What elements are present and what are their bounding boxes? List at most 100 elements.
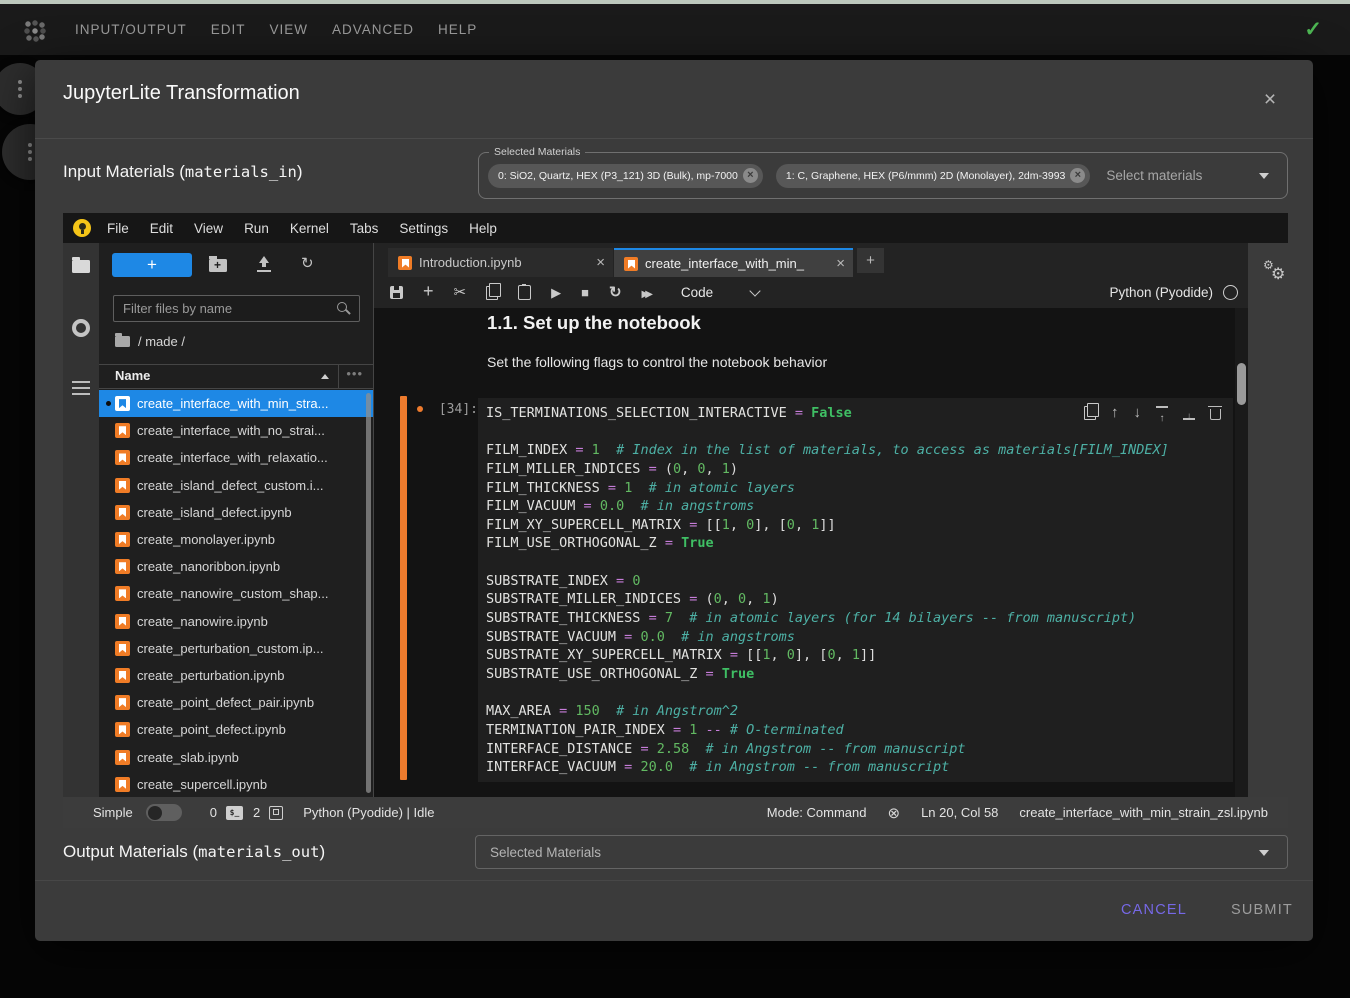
tab-close-icon[interactable]: ×: [596, 255, 605, 270]
terminal-icon[interactable]: [226, 806, 243, 820]
file-item[interactable]: create_island_defect_custom.i...: [99, 472, 373, 499]
file-item[interactable]: create_island_defect.ipynb: [99, 499, 373, 526]
new-launcher-button[interactable]: [112, 253, 192, 277]
material-chip[interactable]: 0: SiO2, Quartz, HEX (P3_121) 3D (Bulk),…: [488, 164, 763, 188]
insert-cell-above-icon[interactable]: [1156, 406, 1168, 420]
home-folder-icon[interactable]: [115, 336, 130, 347]
material-chip[interactable]: 1: C, Graphene, HEX (P6/mmm) 2D (Monolay…: [776, 164, 1091, 188]
kernel-status-icon[interactable]: [1223, 285, 1238, 300]
breadcrumb-path[interactable]: / made /: [138, 334, 185, 349]
file-name: create_nanowire.ipynb: [137, 614, 268, 629]
app-menu-view[interactable]: VIEW: [270, 22, 309, 37]
app-logo-icon[interactable]: [24, 20, 46, 42]
insert-cell-below-icon[interactable]: [1183, 406, 1195, 420]
breadcrumb[interactable]: / made /: [115, 334, 185, 349]
chip-delete-icon[interactable]: ×: [1070, 168, 1085, 183]
file-item[interactable]: create_interface_with_no_strai...: [99, 417, 373, 444]
file-item[interactable]: create_nanoribbon.ipynb: [99, 553, 373, 580]
cancel-button[interactable]: CANCEL: [1113, 896, 1195, 924]
cursor-position[interactable]: Ln 20, Col 58: [921, 805, 998, 820]
chip-delete-icon[interactable]: ×: [743, 168, 758, 183]
code-line: FILM_INDEX = 1 # Index in the list of ma…: [486, 442, 1233, 461]
notebook-file-icon: [115, 586, 130, 601]
app-menu-input-output[interactable]: INPUT/OUTPUT: [75, 22, 187, 37]
chevron-down-icon[interactable]: [1259, 173, 1269, 179]
file-item[interactable]: create_point_defect_pair.ipynb: [99, 689, 373, 716]
save-icon[interactable]: [390, 286, 403, 299]
running-kernels-tab-icon[interactable]: [72, 319, 90, 337]
jupyter-menu-run[interactable]: Run: [244, 221, 269, 236]
jupyter-menubar: File Edit View Run Kernel Tabs Settings Help: [63, 213, 1288, 243]
jupyter-menu-file[interactable]: File: [107, 221, 129, 236]
sort-ascending-icon[interactable]: [321, 374, 329, 379]
file-item[interactable]: create_nanowire_custom_shap...: [99, 580, 373, 607]
file-item[interactable]: create_supercell.ipynb: [99, 771, 373, 797]
file-item[interactable]: create_interface_with_min_stra...: [99, 390, 373, 417]
terminal-count[interactable]: 0: [210, 805, 217, 820]
file-item[interactable]: create_perturbation_custom.ip...: [99, 635, 373, 662]
copy-icon[interactable]: [486, 286, 498, 300]
selected-materials-field[interactable]: Selected Materials 0: SiO2, Quartz, HEX …: [478, 152, 1288, 199]
stop-icon[interactable]: [581, 284, 589, 302]
kernel-name[interactable]: Python (Pyodide): [1109, 285, 1213, 300]
file-list-scrollbar[interactable]: [366, 393, 371, 793]
cut-icon[interactable]: [454, 283, 467, 302]
kernel-chip-icon[interactable]: [269, 806, 283, 820]
kernel-count[interactable]: 2: [253, 805, 260, 820]
file-list-header[interactable]: Name •••: [99, 364, 373, 389]
cell-type-chevron-icon[interactable]: [750, 285, 761, 296]
more-options-icon[interactable]: •••: [346, 366, 363, 381]
app-menu-edit[interactable]: EDIT: [211, 22, 246, 37]
tab-introduction[interactable]: Introduction.ipynb ×: [388, 248, 613, 277]
refresh-icon[interactable]: [301, 254, 314, 272]
selected-cell-bar[interactable]: [400, 396, 407, 780]
filter-files-input[interactable]: [113, 295, 360, 322]
cell-type-select[interactable]: Code: [681, 285, 713, 300]
run-icon[interactable]: [551, 284, 561, 302]
app-menu-advanced[interactable]: ADVANCED: [332, 22, 414, 37]
statusbar-right: Mode: Command Ln 20, Col 58 create_inter…: [767, 804, 1288, 822]
notebook-scrollbar-track[interactable]: [1235, 308, 1248, 797]
file-item[interactable]: create_perturbation.ipynb: [99, 662, 373, 689]
jupyter-menu-settings[interactable]: Settings: [399, 221, 448, 236]
submit-button[interactable]: SUBMIT: [1223, 896, 1301, 924]
file-item[interactable]: create_nanowire.ipynb: [99, 608, 373, 635]
code-line: FILM_MILLER_INDICES = (0, 0, 1): [486, 461, 1233, 480]
new-folder-icon[interactable]: [209, 259, 227, 272]
move-cell-up-icon[interactable]: [1111, 404, 1119, 422]
jupyter-menu-tabs[interactable]: Tabs: [350, 221, 379, 236]
upload-icon[interactable]: [257, 256, 271, 272]
restart-run-all-icon[interactable]: [642, 284, 649, 302]
notebook-scrollbar-thumb[interactable]: [1237, 363, 1246, 405]
mode-indicator[interactable]: Mode: Command: [767, 805, 867, 820]
tab-close-icon[interactable]: ×: [836, 256, 845, 271]
jupyter-menu-view[interactable]: View: [194, 221, 223, 236]
file-item[interactable]: create_slab.ipynb: [99, 743, 373, 770]
file-browser-tab-icon[interactable]: [72, 260, 90, 273]
delete-cell-icon[interactable]: [1210, 409, 1221, 420]
add-cell-icon[interactable]: [423, 284, 434, 302]
chevron-down-icon[interactable]: [1259, 850, 1269, 856]
kernel-status-text[interactable]: Python (Pyodide) | Idle: [303, 805, 434, 820]
simple-mode-toggle[interactable]: [146, 804, 182, 821]
file-item[interactable]: create_monolayer.ipynb: [99, 526, 373, 553]
jupyter-menu-kernel[interactable]: Kernel: [290, 221, 329, 236]
jupyter-menu-edit[interactable]: Edit: [150, 221, 173, 236]
paste-icon[interactable]: [518, 285, 531, 300]
file-item[interactable]: create_point_defect.ipynb: [99, 716, 373, 743]
jupyter-menu-help[interactable]: Help: [469, 221, 497, 236]
name-column-header[interactable]: Name: [115, 368, 150, 383]
restart-kernel-icon[interactable]: [609, 283, 622, 302]
app-menu-help[interactable]: HELP: [438, 22, 477, 37]
file-item[interactable]: create_interface_with_relaxatio...: [99, 444, 373, 471]
new-tab-button[interactable]: [857, 248, 884, 273]
output-materials-select[interactable]: Selected Materials: [475, 835, 1288, 869]
duplicate-cell-icon[interactable]: [1084, 406, 1096, 420]
dialog-close-icon[interactable]: ×: [1257, 87, 1283, 113]
move-cell-down-icon[interactable]: [1134, 404, 1142, 422]
check-icon[interactable]: ✓: [1304, 4, 1322, 55]
code-editor[interactable]: IS_TERMINATIONS_SELECTION_INTERACTIVE = …: [478, 398, 1233, 782]
trust-indicator-icon[interactable]: [888, 804, 901, 822]
table-of-contents-tab-icon[interactable]: [72, 381, 90, 395]
tab-create-interface[interactable]: create_interface_with_min_ ×: [614, 248, 853, 277]
